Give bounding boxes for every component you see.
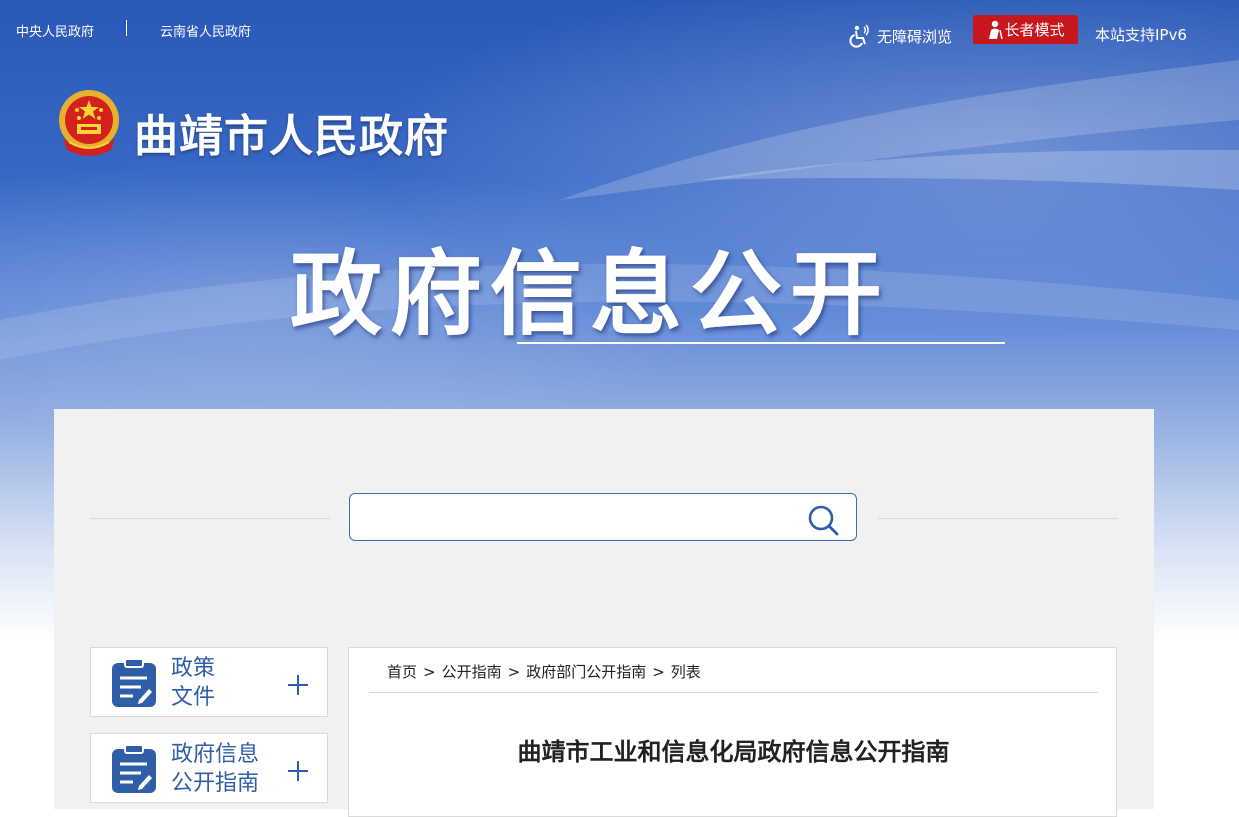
ipv6-label: 本站支持IPv6 [1095, 26, 1187, 44]
breadcrumb-list-link[interactable]: 列表 [671, 663, 701, 681]
expand-plus-icon[interactable] [287, 760, 309, 782]
clipboard-document-icon [112, 658, 156, 707]
document-title: 曲靖市工业和信息化局政府信息公开指南 [517, 738, 950, 766]
wheelchair-icon [849, 24, 869, 48]
sidebar-item-disclosure-guide[interactable]: 政府信息 公开指南 [90, 733, 328, 803]
sidebar-item-label: 政府信息 公开指南 [171, 742, 260, 796]
search-divider-right [878, 518, 1118, 519]
breadcrumb-home-link[interactable]: 首页 [387, 663, 417, 681]
clipboard-document-icon [112, 744, 156, 793]
provincial-gov-link[interactable]: 云南省人民政府 [160, 21, 251, 40]
search-input[interactable] [360, 502, 794, 534]
breadcrumb-separator: > [423, 663, 436, 681]
breadcrumb-separator: > [507, 663, 521, 681]
search-divider-left [90, 518, 330, 519]
breadcrumb-separator: > [652, 663, 665, 681]
elder-person-icon [989, 20, 1004, 39]
site-name: 曲靖市人民政府 [134, 111, 449, 162]
banner-decoration [0, 60, 1239, 360]
topbar-divider [126, 20, 127, 36]
elder-mode-button[interactable]: 长者模式 [973, 15, 1078, 44]
accessibility-button[interactable]: 无障碍浏览 [848, 24, 952, 48]
accessibility-label: 无障碍浏览 [877, 27, 953, 46]
sidebar-item-label: 政策 文件 [171, 656, 216, 710]
sidebar-item-policy-docs[interactable]: 政策 文件 [90, 647, 328, 717]
breadcrumb-guide-link[interactable]: 公开指南 [442, 663, 502, 681]
search-icon[interactable] [806, 503, 840, 537]
national-emblem-icon [59, 90, 119, 156]
elder-mode-label: 长者模式 [1004, 21, 1065, 39]
breadcrumb-dept-guide-link[interactable]: 政府部门公开指南 [526, 663, 646, 681]
expand-plus-icon[interactable] [287, 674, 309, 696]
central-gov-link[interactable]: 中央人民政府 [16, 21, 94, 40]
title-underline [517, 342, 1005, 344]
page-section-title: 政府信息公开 [290, 241, 891, 348]
breadcrumb-divider [369, 692, 1098, 693]
breadcrumb: 首页 > 公开指南 > 政府部门公开指南 > 列表 [387, 661, 701, 682]
search-box [349, 493, 857, 541]
content-panel: 首页 > 公开指南 > 政府部门公开指南 > 列表 曲靖市工业和信息化局政府信息公开指南 [348, 647, 1117, 817]
